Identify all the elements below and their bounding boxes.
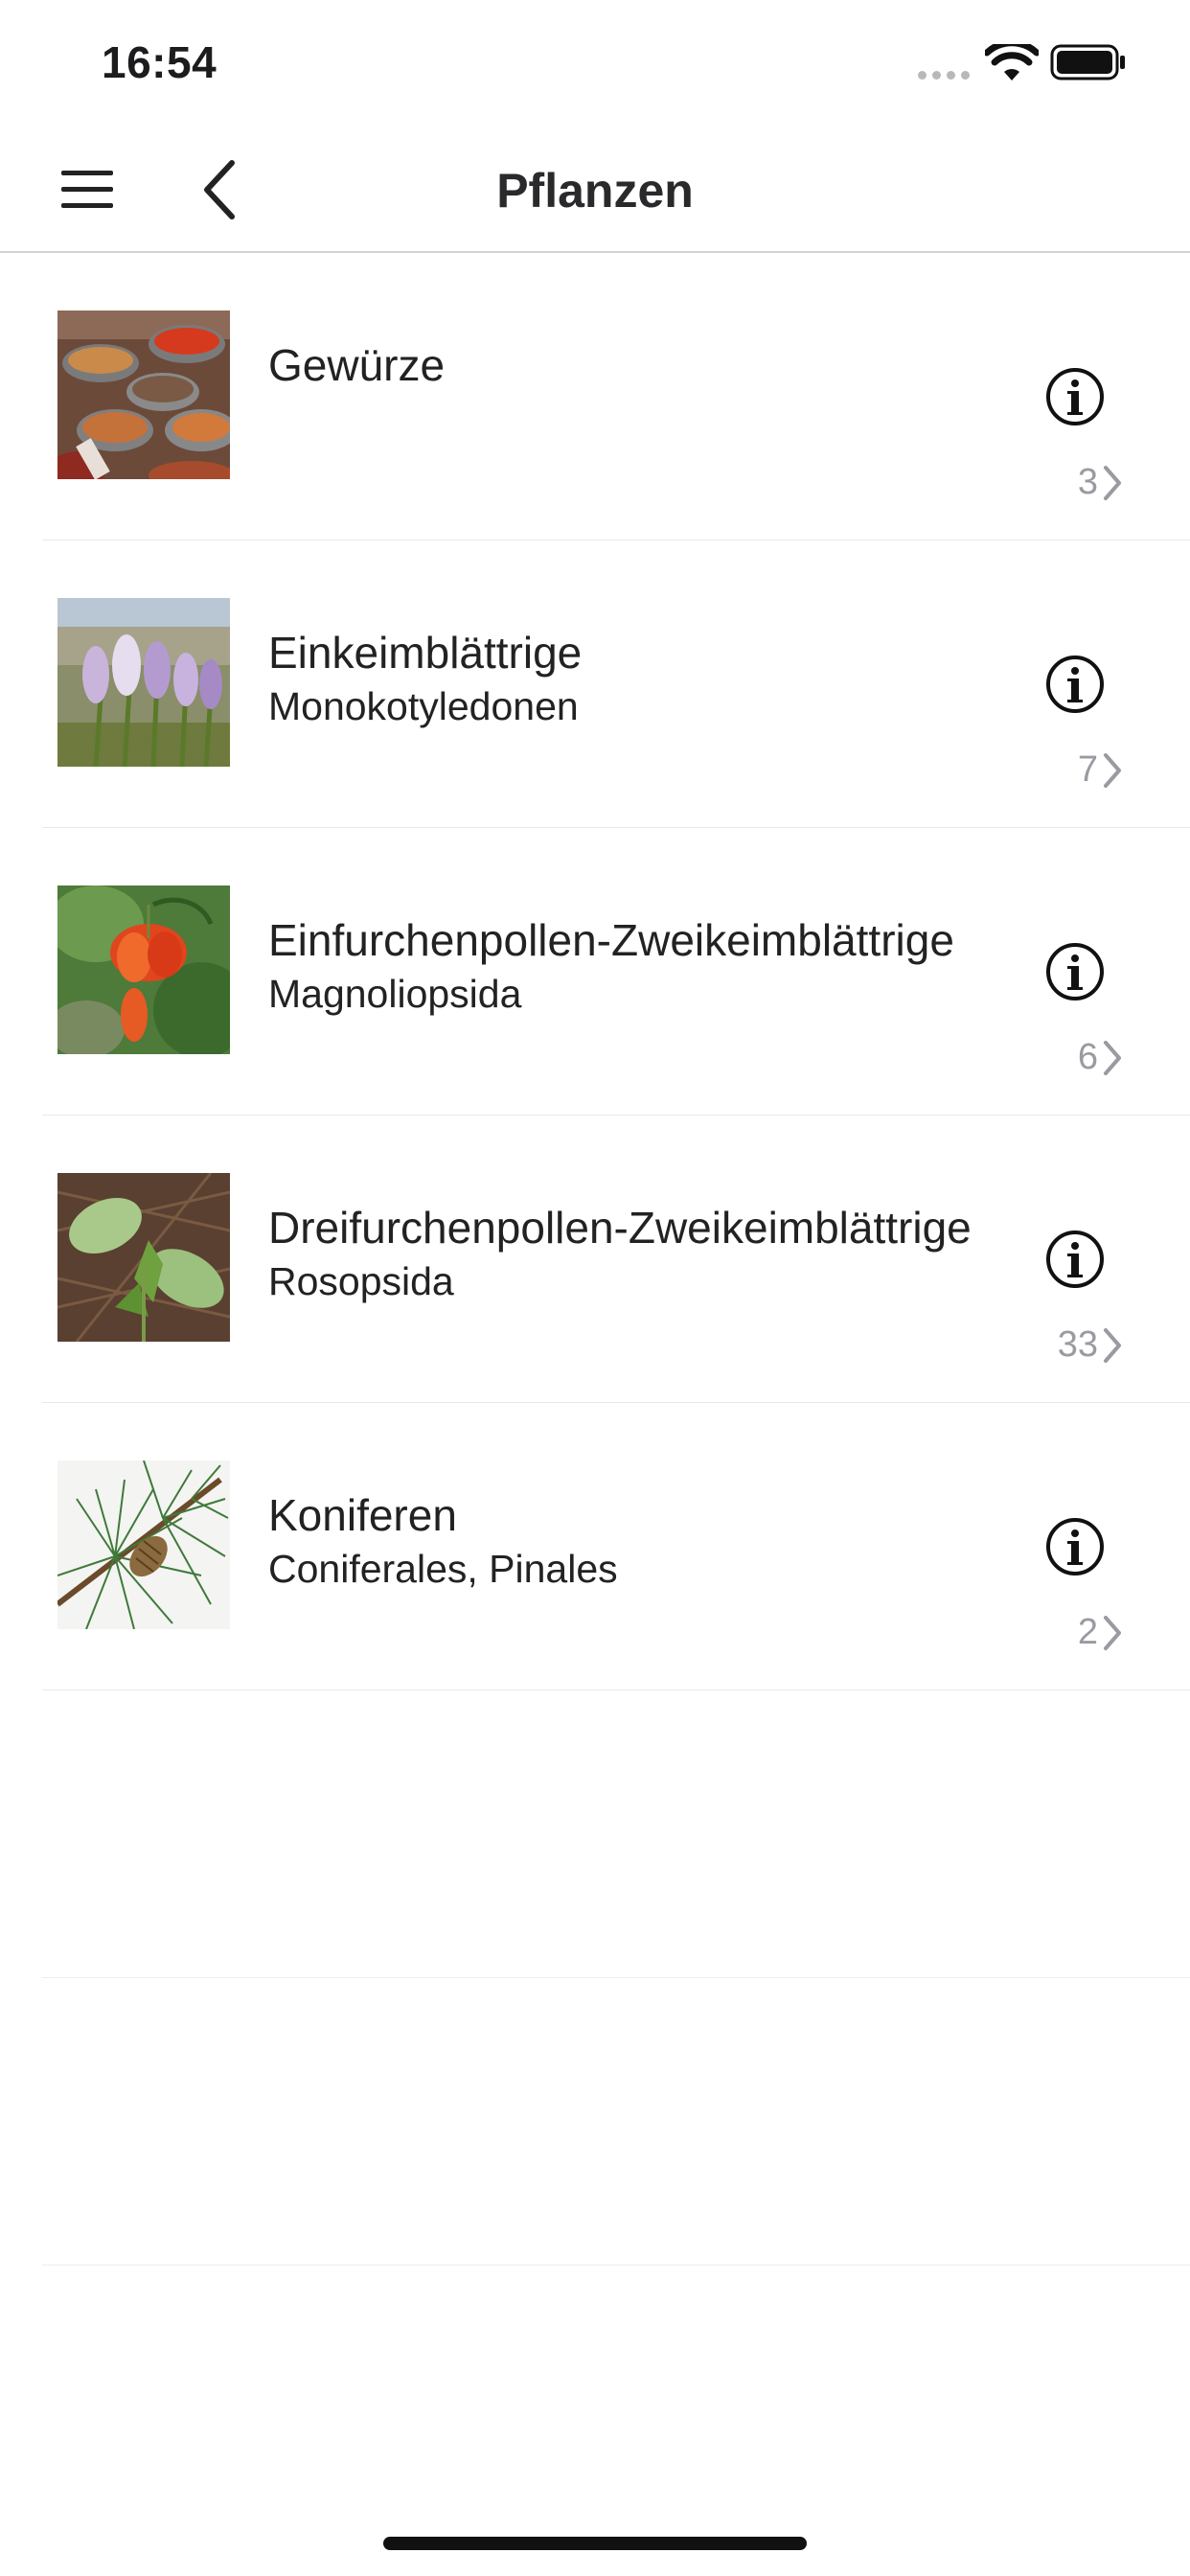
item-title: Dreifurchenpollen-Zweikeimblättrige [268,1203,972,1253]
item-count-group: 33 [1058,1324,1123,1366]
cellular-signal-icon [918,71,970,80]
item-subtitle: Monokotyledonen [268,684,579,728]
row-separator [42,2265,1190,2266]
category-list: Gewürze 3 Einkeimblättrige Monokotyledon… [0,253,1190,2266]
item-count-group: 3 [1078,462,1123,503]
info-icon[interactable] [1044,941,1106,1002]
wifi-icon [985,44,1039,80]
list-item[interactable]: Einfurchenpollen-Zweikeimblättrige Magno… [0,828,1190,1116]
list-item[interactable]: Koniferen Coniferales, Pinales 2 [0,1403,1190,1690]
conifer-thumbnail [57,1460,230,1629]
item-count-group: 7 [1078,749,1123,791]
info-icon[interactable] [1044,1229,1106,1290]
disclosure-chevron-icon [1104,1040,1121,1075]
spices-thumbnail [57,310,230,479]
disclosure-chevron-icon [1104,1615,1121,1650]
item-title: Koniferen [268,1490,457,1540]
page-title: Pflanzen [496,164,694,218]
battery-icon [1050,44,1125,80]
crocus-thumbnail [57,598,230,767]
seedling-thumbnail [57,1173,230,1342]
empty-row [0,1978,1190,2266]
info-icon[interactable] [1044,1516,1106,1577]
status-time: 16:54 [102,37,217,87]
empty-row [0,1690,1190,1978]
item-title: Gewürze [268,340,446,390]
disclosure-chevron-icon [1104,1327,1121,1363]
disclosure-chevron-icon [1104,752,1121,788]
item-count-group: 6 [1078,1037,1123,1078]
lily-thumbnail [57,886,230,1054]
item-count: 33 [1057,1324,1098,1365]
item-subtitle: Rosopsida [268,1259,454,1303]
info-icon[interactable] [1044,366,1106,427]
home-indicator [383,2537,807,2550]
info-icon[interactable] [1044,654,1106,715]
item-count: 6 [1077,1037,1098,1077]
list-item[interactable]: Dreifurchenpollen-Zweikeimblättrige Roso… [0,1116,1190,1403]
item-title: Einkeimblättrige [268,628,583,678]
item-subtitle: Magnoliopsida [268,972,522,1016]
disclosure-chevron-icon [1104,465,1121,500]
list-item[interactable]: Gewürze 3 [0,253,1190,540]
status-bar: 16:54 [0,0,1190,125]
item-count: 3 [1077,462,1098,502]
item-count-group: 2 [1078,1612,1123,1653]
item-count: 2 [1077,1612,1098,1652]
item-title: Einfurchenpollen-Zweikeimblättrige [268,915,954,965]
item-subtitle: Coniferales, Pinales [268,1547,618,1591]
item-count: 7 [1077,749,1098,790]
list-item[interactable]: Einkeimblättrige Monokotyledonen 7 [0,540,1190,828]
navigation-bar: Pflanzen [0,125,1190,253]
